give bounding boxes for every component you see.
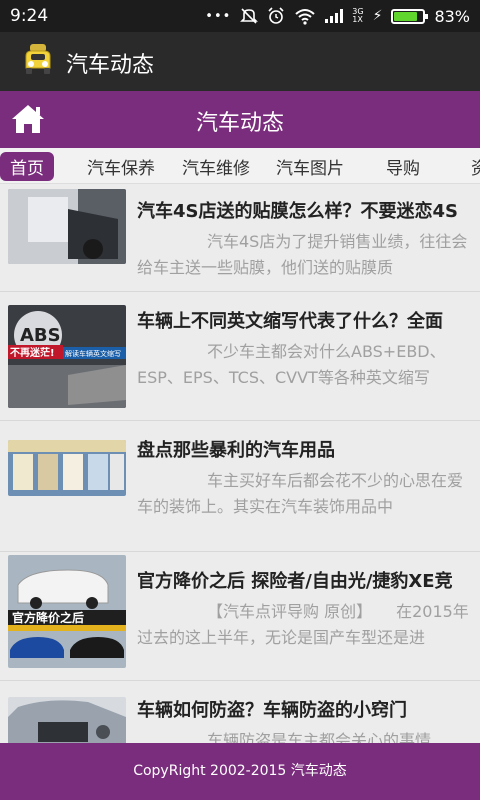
- wifi-icon: [295, 9, 315, 25]
- copyright-text: CopyRight 2002-2015 汽车动态: [133, 763, 347, 779]
- article-summary: 汽车4S店为了提升销售业绩，往往会给车主送一些贴膜，他们送的贴膜质: [137, 232, 468, 277]
- article-thumbnail: [8, 440, 126, 496]
- more-dots-icon: •••: [205, 8, 232, 24]
- list-item[interactable]: 车辆如何防盗？车辆防盗的小窍门 车辆防盗是车主都会关心的事情: [0, 682, 480, 743]
- tab-news[interactable]: 资: [471, 154, 480, 179]
- mute-icon: [240, 8, 259, 24]
- battery-icon: [391, 8, 429, 24]
- list-item[interactable]: 汽车4S店送的贴膜怎么样？不要迷恋4S 汽车4S店为了提升销售业绩，往往会给车主…: [0, 185, 480, 292]
- footer: CopyRight 2002-2015 汽车动态: [0, 743, 480, 800]
- signal-icon: [325, 9, 344, 23]
- list-item[interactable]: 官方降价之后 官方降价之后 探险者/自由光/捷豹XE竞 【汽车点评导购 原创】 …: [0, 553, 480, 681]
- article-title: 盘点那些暴利的汽车用品: [137, 440, 335, 461]
- page-title: 汽车动态: [195, 111, 284, 136]
- charging-icon: ⚡: [372, 8, 383, 24]
- article-list: 汽车4S店送的贴膜怎么样？不要迷恋4S 汽车4S店为了提升销售业绩，往往会给车主…: [0, 185, 480, 743]
- category-tabs: 首页 汽车保养 汽车维修 汽车图片 导购 资: [0, 148, 480, 184]
- article-title: 车辆如何防盗？车辆防盗的小窍门: [137, 700, 407, 721]
- thumb-abs-text: ABS: [20, 325, 61, 346]
- app-logo-car-icon: [25, 44, 51, 74]
- article-title: 汽车4S店送的贴膜怎么样？不要迷恋4S: [137, 201, 458, 222]
- network-1x: 1X: [352, 15, 363, 24]
- thumb-banner-text: 官方降价之后: [12, 610, 84, 625]
- app-title: 汽车动态: [66, 53, 155, 78]
- article-thumbnail: ABS 不再迷茫! 解读车辆英文缩写: [8, 305, 126, 408]
- tab-buying-guide[interactable]: 导购: [386, 154, 420, 179]
- article-summary: 车辆防盗是车主都会关心的事情: [207, 731, 432, 743]
- article-title: 官方降价之后 探险者/自由光/捷豹XE竞: [137, 571, 453, 592]
- thumb-badge-text: 不再迷茫!: [10, 346, 55, 359]
- status-time: 9:24: [10, 6, 49, 26]
- status-bar: 9:24 ••• 3G 1X ⚡ 83%: [0, 0, 480, 32]
- battery-fill: [394, 11, 418, 21]
- list-item[interactable]: ABS 不再迷茫! 解读车辆英文缩写 车辆上不同英文缩写代表了什么？全面 不少车…: [0, 293, 480, 421]
- app-bar: 汽车动态: [0, 32, 480, 91]
- tab-repair[interactable]: 汽车维修: [182, 154, 250, 179]
- article-summary: 车主买好车后都会花不少的心思在爱车的装饰上。其实在汽车装饰用品中: [137, 471, 464, 516]
- tab-maintenance[interactable]: 汽车保养: [87, 154, 155, 179]
- page-header: 汽车动态: [0, 91, 480, 148]
- thumb-sub-text: 解读车辆英文缩写: [65, 349, 121, 358]
- status-icons: ••• 3G 1X ⚡ 83%: [205, 5, 470, 27]
- tab-pictures[interactable]: 汽车图片: [276, 154, 344, 179]
- tab-home[interactable]: 首页: [0, 152, 54, 181]
- battery-percent: 83%: [434, 6, 470, 26]
- list-item[interactable]: 盘点那些暴利的汽车用品 车主买好车后都会花不少的心思在爱车的装饰上。其实在汽车装…: [0, 422, 480, 552]
- article-thumbnail: [8, 697, 126, 743]
- alarm-icon: [268, 7, 284, 24]
- article-title: 车辆上不同英文缩写代表了什么？全面: [137, 311, 443, 332]
- network-type: 3G 1X: [352, 8, 363, 24]
- article-thumbnail: 官方降价之后: [8, 555, 126, 668]
- article-thumbnail: [8, 189, 126, 264]
- article-summary: 【汽车点评导购 原创】 在2015年过去的这上半年，无论是国产车型还是进: [137, 602, 469, 647]
- article-summary: 不少车主都会对什么ABS+EBD、ESP、EPS、TCS、CVVT等各种英文缩写: [137, 342, 446, 387]
